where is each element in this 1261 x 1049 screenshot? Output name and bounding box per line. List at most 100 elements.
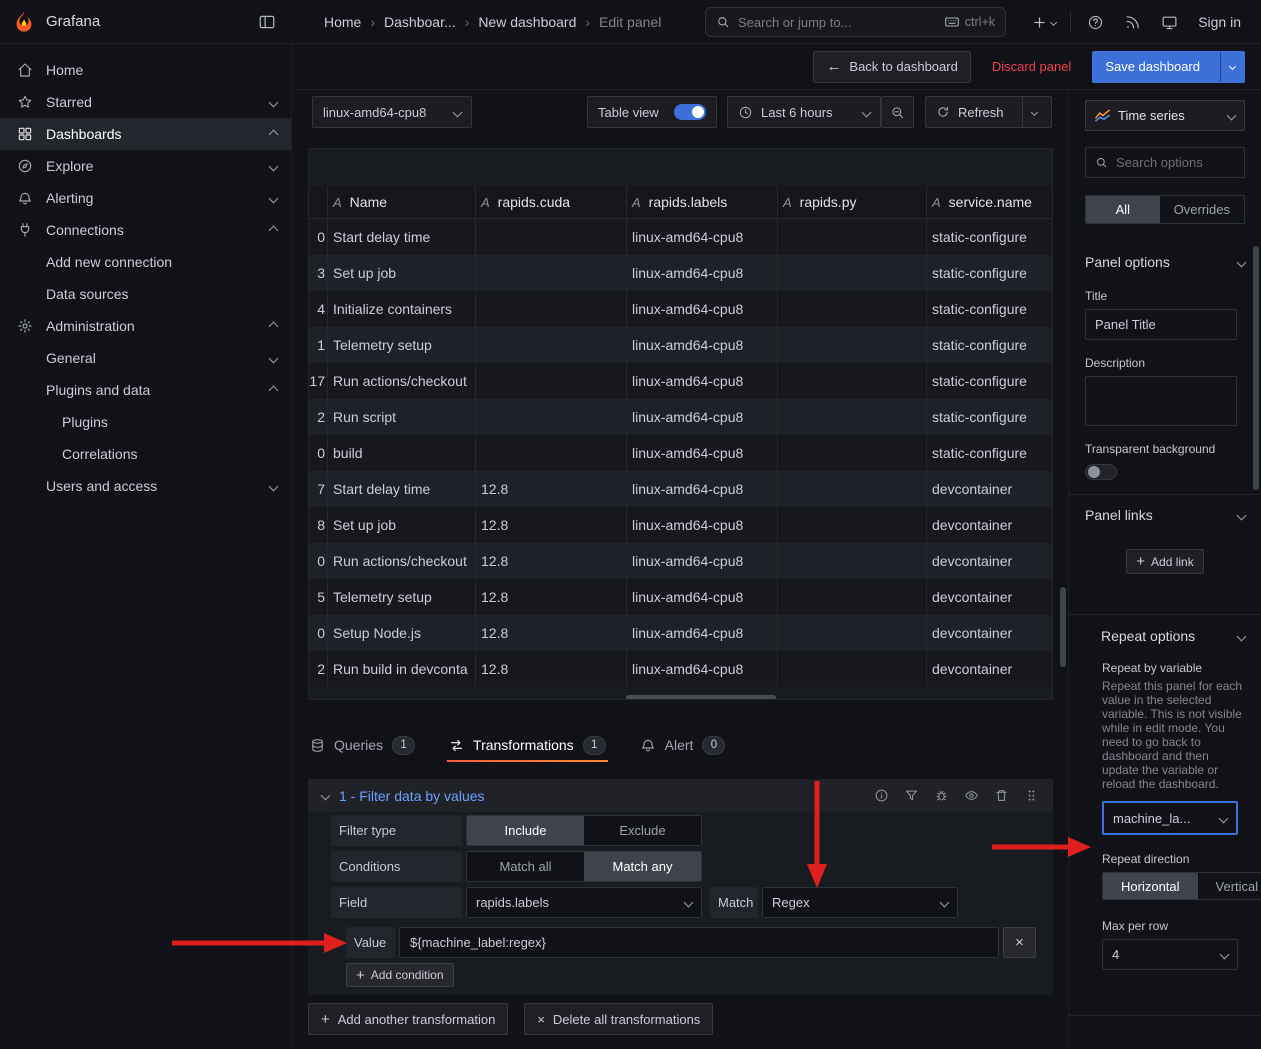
value-label: Value bbox=[346, 927, 395, 958]
debug-icon[interactable] bbox=[934, 788, 949, 803]
row-index-cell: 0 bbox=[309, 543, 327, 579]
description-textarea[interactable] bbox=[1085, 376, 1237, 426]
save-dashboard-label[interactable]: Save dashboard bbox=[1093, 51, 1212, 83]
max-per-row-select[interactable]: 4 bbox=[1102, 939, 1238, 970]
sidebar-item-plugins-and-data[interactable]: Plugins and data bbox=[0, 374, 291, 406]
sidebar-item-dashboards[interactable]: Dashboards bbox=[0, 118, 291, 150]
chevron-down-icon bbox=[269, 97, 279, 107]
tab-alert[interactable]: Alert0 bbox=[638, 727, 728, 763]
sidebar-item-starred[interactable]: Starred bbox=[0, 86, 291, 118]
sidebar-item-explore[interactable]: Explore bbox=[0, 150, 291, 182]
help-icon[interactable] bbox=[1087, 14, 1104, 31]
zoom-out-time-button[interactable] bbox=[881, 96, 914, 128]
options-scrollbar-thumb[interactable] bbox=[1253, 246, 1259, 490]
repeat-options-section-header[interactable]: Repeat options bbox=[1085, 628, 1245, 644]
column-header-rapids-cuda[interactable]: Arapids.cuda bbox=[475, 186, 626, 218]
match-any-option[interactable]: Match any bbox=[584, 852, 701, 881]
news-rss-icon[interactable] bbox=[1124, 14, 1141, 31]
transformation-title[interactable]: 1 - Filter data by values bbox=[339, 788, 485, 804]
column-header-service-name[interactable]: Aservice.name bbox=[926, 186, 1052, 218]
collapse-chevron-icon[interactable] bbox=[321, 791, 331, 801]
brand[interactable]: Grafana bbox=[12, 10, 100, 34]
sidebar-item-data-sources[interactable]: Data sources bbox=[0, 278, 291, 310]
remove-condition-button[interactable]: × bbox=[1003, 927, 1036, 958]
sidebar-item-home[interactable]: Home bbox=[0, 54, 291, 86]
sidebar-item-administration[interactable]: Administration bbox=[0, 310, 291, 342]
drag-handle-icon[interactable] bbox=[1024, 788, 1039, 803]
breadcrumb-dashboar[interactable]: Dashboar... bbox=[384, 14, 456, 30]
value-input[interactable] bbox=[399, 927, 999, 958]
filter-exclude-option[interactable]: Exclude bbox=[584, 816, 701, 845]
screen-share-icon[interactable] bbox=[1161, 14, 1178, 31]
refresh-button[interactable]: Refresh bbox=[926, 97, 1014, 127]
max-per-row-value: 4 bbox=[1112, 947, 1119, 962]
column-header-name[interactable]: AName bbox=[327, 186, 475, 218]
direction-vertical-option[interactable]: Vertical bbox=[1198, 873, 1261, 899]
match-select[interactable]: Regex bbox=[762, 887, 958, 918]
sidebar-item-general[interactable]: General bbox=[0, 342, 291, 374]
refresh-interval-dropdown[interactable] bbox=[1022, 97, 1046, 127]
template-variable-picker[interactable]: linux-amd64-cpu8 bbox=[312, 96, 472, 128]
back-to-dashboard-button[interactable]: ← Back to dashboard bbox=[813, 51, 970, 83]
breadcrumb-new-dashboard[interactable]: New dashboard bbox=[478, 14, 576, 30]
tab-transformations[interactable]: Transformations1 bbox=[447, 727, 608, 763]
table-cell: Set up job bbox=[327, 255, 475, 291]
filter-include-option[interactable]: Include bbox=[467, 816, 584, 845]
dock-sidebar-icon[interactable] bbox=[258, 13, 276, 31]
tab-queries[interactable]: Queries1 bbox=[308, 727, 417, 763]
column-header-rapids-labels[interactable]: Arapids.labels bbox=[626, 186, 777, 218]
sign-in-link[interactable]: Sign in bbox=[1198, 14, 1241, 30]
table-cell: linux-amd64-cpu8 bbox=[626, 615, 777, 651]
time-range-picker[interactable]: Last 6 hours bbox=[727, 96, 881, 128]
panel-links-section-header[interactable]: Panel links bbox=[1085, 507, 1245, 523]
save-dashboard-dropdown[interactable] bbox=[1220, 51, 1244, 83]
sidebar-item-correlations[interactable]: Correlations bbox=[0, 438, 291, 470]
chevron-down-icon bbox=[1219, 813, 1229, 823]
visualization-picker[interactable]: Time series bbox=[1085, 100, 1245, 131]
save-dashboard-button[interactable]: Save dashboard bbox=[1092, 51, 1245, 83]
table-view-toggle[interactable] bbox=[674, 104, 706, 120]
panel-title-input[interactable] bbox=[1085, 309, 1237, 340]
table-cell bbox=[777, 363, 926, 399]
options-filter-tabs: All Overrides bbox=[1085, 195, 1245, 224]
match-all-option[interactable]: Match all bbox=[467, 852, 584, 881]
tab-overrides[interactable]: Overrides bbox=[1160, 196, 1244, 223]
filter-icon[interactable] bbox=[904, 788, 919, 803]
options-search[interactable] bbox=[1085, 147, 1245, 178]
direction-horizontal-option[interactable]: Horizontal bbox=[1103, 873, 1198, 899]
trash-icon[interactable] bbox=[994, 788, 1009, 803]
global-search[interactable]: ctrl+k bbox=[705, 7, 1006, 37]
add-condition-button[interactable]: + Add condition bbox=[346, 963, 454, 987]
row-index-cell: 2 bbox=[309, 399, 327, 435]
delete-all-transformations-button[interactable]: × Delete all transformations bbox=[524, 1003, 713, 1035]
table-cell: static-configure bbox=[926, 327, 1052, 363]
sidebar-item-users-and-access[interactable]: Users and access bbox=[0, 470, 291, 502]
tab-all[interactable]: All bbox=[1086, 196, 1160, 223]
eye-icon[interactable] bbox=[964, 788, 979, 803]
repeat-variable-select[interactable]: machine_la... bbox=[1102, 801, 1238, 835]
sidebar-item-connections[interactable]: Connections bbox=[0, 214, 291, 246]
add-link-button[interactable]: + Add link bbox=[1126, 549, 1203, 574]
breadcrumb-edit-panel: Edit panel bbox=[599, 14, 661, 30]
value-row: Value × bbox=[346, 927, 1036, 958]
horizontal-scrollbar-thumb[interactable] bbox=[626, 695, 776, 700]
new-menu-button[interactable] bbox=[1031, 14, 1056, 31]
discard-panel-button[interactable]: Discard panel bbox=[979, 51, 1085, 83]
grafana-edit-panel-page: Grafana Home›Dashboar...›New dashboard›E… bbox=[0, 0, 1261, 1049]
dashboards-icon bbox=[16, 126, 34, 142]
transparent-background-toggle[interactable] bbox=[1085, 464, 1117, 480]
panel-options-section-header[interactable]: Panel options bbox=[1085, 254, 1245, 270]
sidebar-item-alerting[interactable]: Alerting bbox=[0, 182, 291, 214]
breadcrumb-home[interactable]: Home bbox=[324, 14, 361, 30]
global-search-input[interactable] bbox=[738, 15, 936, 30]
field-select[interactable]: rapids.labels bbox=[466, 887, 702, 918]
sidebar-item-add-new-connection[interactable]: Add new connection bbox=[0, 246, 291, 278]
sidebar-item-plugins[interactable]: Plugins bbox=[0, 406, 291, 438]
main-scrollbar-thumb[interactable] bbox=[1060, 587, 1066, 667]
info-icon[interactable] bbox=[874, 788, 889, 803]
panel-links-title: Panel links bbox=[1085, 507, 1153, 523]
add-transformation-button[interactable]: + Add another transformation bbox=[308, 1003, 508, 1035]
column-header-rapids-py[interactable]: Arapids.py bbox=[777, 186, 926, 218]
conditions-group: Match all Match any bbox=[466, 851, 702, 882]
options-search-input[interactable] bbox=[1116, 155, 1235, 170]
